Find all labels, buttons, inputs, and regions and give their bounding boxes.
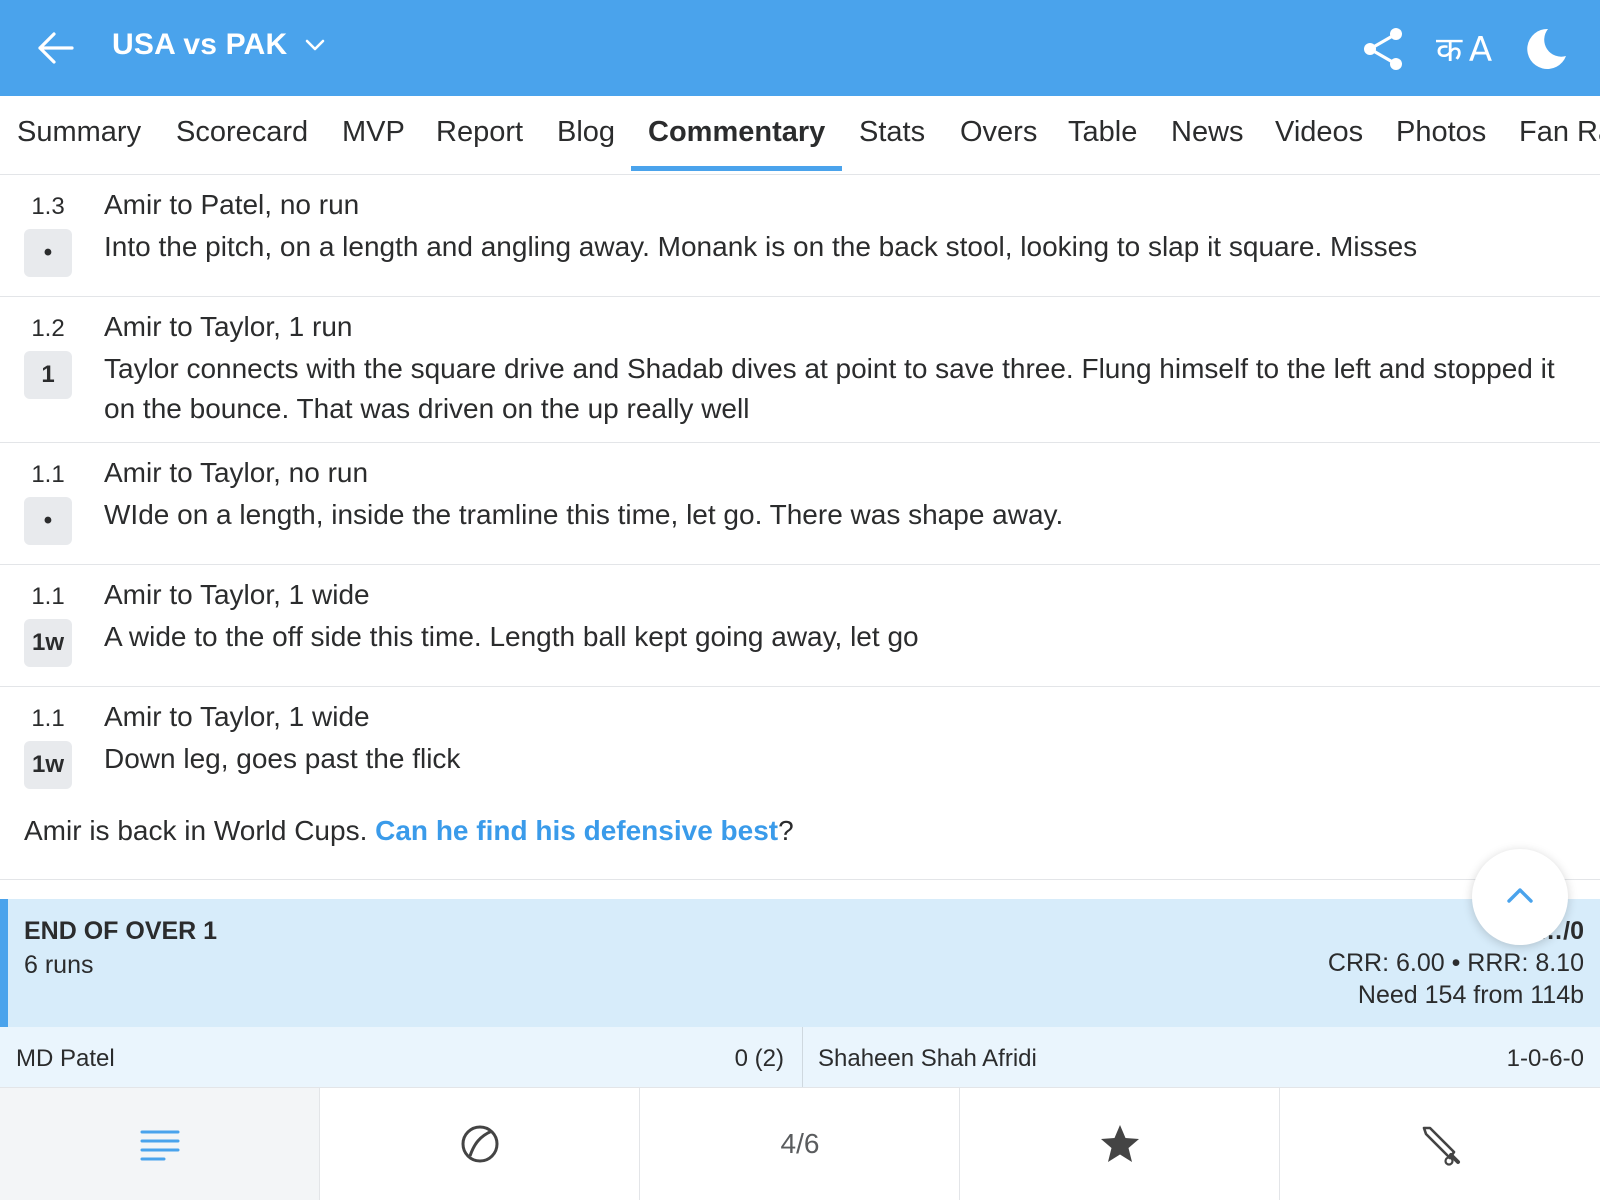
tab-photos[interactable]: Photos: [1396, 116, 1486, 173]
page-indicator-button[interactable]: 4/6: [640, 1088, 960, 1200]
share-icon[interactable]: [1362, 26, 1406, 72]
ball-headline: Amir to Taylor, no run: [104, 457, 369, 488]
ball-number: 1.1: [31, 461, 65, 488]
commentary-item: 1.1 • Amir to Taylor, no run WIde on a l…: [0, 443, 1600, 565]
players-divider: [802, 1027, 803, 1087]
commentary-view-button[interactable]: [0, 1088, 320, 1200]
chevron-down-icon: [306, 39, 325, 51]
ball-description: Into the pitch, on a length and angling …: [104, 231, 1418, 262]
target-requirement: Need 154 from 114b: [1357, 981, 1584, 1009]
article-link[interactable]: Can he find his defensive best: [375, 815, 778, 846]
language-toggle-icon[interactable]: क A: [1436, 30, 1498, 76]
commentary-item: 1.1 1w Amir to Taylor, 1 wide A wide to …: [0, 565, 1600, 687]
tab-mvp[interactable]: MVP: [342, 116, 405, 173]
commentary-item: 1.3 • Amir to Patel, no run Into the pit…: [0, 175, 1600, 297]
top-app-bar: USA vs PAK क A: [0, 0, 1600, 96]
tab-news[interactable]: News: [1171, 116, 1244, 173]
bowler-name: Shaheen Shah Afridi: [818, 1045, 1037, 1072]
ball-headline: Amir to Taylor, 1 wide: [104, 579, 370, 610]
cricket-ball-icon: [461, 1125, 499, 1163]
match-selector[interactable]: USA vs PAK: [112, 28, 327, 62]
end-of-over-summary: END OF OVER 1 6 runs U…/0 CRR: 6.00 • RR…: [0, 899, 1600, 1027]
ball-headline: Amir to Taylor, 1 wide: [104, 701, 370, 732]
key-events-button[interactable]: [960, 1088, 1280, 1200]
batting-view-button[interactable]: [1280, 1088, 1600, 1200]
cricket-bat-icon: [1422, 1126, 1460, 1166]
note-suffix: ?: [778, 815, 794, 846]
over-runs: 6 runs: [24, 951, 94, 979]
tab-overs[interactable]: Overs: [960, 116, 1037, 173]
end-of-over-title: END OF OVER 1: [24, 917, 218, 945]
match-title: USA vs PAK: [112, 28, 288, 61]
commentary-item: 1.2 1 Amir to Taylor, 1 run Taylor conne…: [0, 297, 1600, 443]
ball-description: A wide to the off side this time. Length…: [104, 621, 919, 652]
ball-headline: Amir to Patel, no run: [104, 189, 360, 220]
commentary-item: 1.1 1w Amir to Taylor, 1 wide Down leg, …: [0, 687, 1600, 795]
run-rates: CRR: 6.00 • RRR: 8.10: [1327, 949, 1584, 977]
scroll-to-top-button[interactable]: [1472, 849, 1568, 945]
players-strip: MD Patel 0 (2) Shaheen Shah Afridi 1-0-6…: [0, 1027, 1600, 1087]
ball-result-badge: •: [24, 497, 72, 545]
dark-mode-moon-icon[interactable]: [1522, 26, 1568, 72]
ball-description: Down leg, goes past the flick: [104, 743, 461, 774]
tab-fan-ratings[interactable]: Fan Ra: [1519, 116, 1600, 173]
ball-number: 1.2: [31, 315, 65, 342]
ball-description: WIde on a length, inside the tramline th…: [104, 499, 1064, 530]
batter-name: MD Patel: [16, 1045, 115, 1072]
ball-result-badge: 1: [24, 351, 72, 399]
commentary-list: 1.3 • Amir to Patel, no run Into the pit…: [0, 175, 1600, 880]
ball-result-badge: 1w: [24, 619, 72, 667]
batter-score: 0 (2): [734, 1045, 784, 1072]
chevron-up-icon: [1507, 888, 1533, 903]
ball-number: 1.1: [31, 705, 65, 732]
tab-table[interactable]: Table: [1068, 116, 1137, 173]
bottom-navigation: 4/6: [0, 1087, 1600, 1200]
tab-commentary[interactable]: Commentary: [648, 116, 825, 173]
ball-description: Taylor connects with the square drive an…: [104, 353, 1555, 424]
ball-number: 1.3: [31, 193, 65, 220]
list-lines-icon: [140, 1130, 180, 1161]
match-tabs: Summary Scorecard MVP Report Blog Commen…: [0, 96, 1600, 175]
back-arrow-icon[interactable]: [32, 26, 80, 70]
ball-view-button[interactable]: [320, 1088, 640, 1200]
tab-summary[interactable]: Summary: [17, 116, 141, 173]
note-text: Amir is back in World Cups. Can he find …: [24, 815, 794, 847]
tab-blog[interactable]: Blog: [557, 116, 615, 173]
ball-result-badge: 1w: [24, 741, 72, 789]
page-indicator: 4/6: [780, 1128, 820, 1159]
bowler-figures: 1-0-6-0: [1506, 1045, 1584, 1072]
active-tab-indicator: [631, 166, 842, 171]
ball-result-badge: •: [24, 229, 72, 277]
tab-stats[interactable]: Stats: [859, 116, 925, 173]
note-prefix: Amir is back in World Cups.: [24, 815, 376, 846]
ball-number: 1.1: [31, 583, 65, 610]
tab-videos[interactable]: Videos: [1275, 116, 1363, 173]
star-icon: [1101, 1125, 1139, 1162]
commentary-note: Amir is back in World Cups. Can he find …: [0, 795, 1600, 880]
ball-headline: Amir to Taylor, 1 run: [104, 311, 353, 342]
tab-scorecard[interactable]: Scorecard: [176, 116, 308, 173]
tab-report[interactable]: Report: [436, 116, 523, 173]
